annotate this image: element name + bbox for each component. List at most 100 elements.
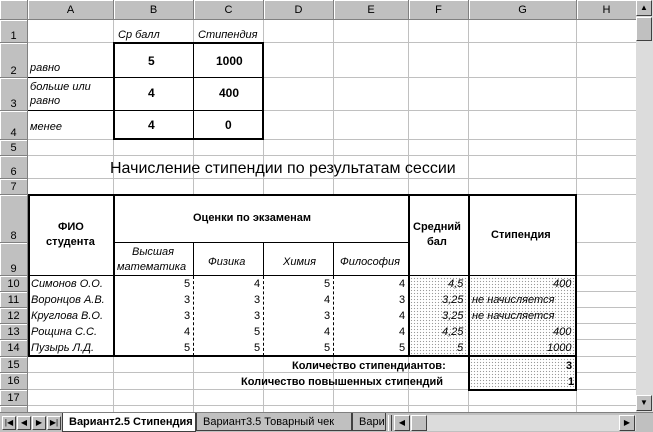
- column-header-e[interactable]: E: [334, 0, 409, 20]
- header-fio-2: студента: [46, 236, 95, 248]
- grade-chemistry: 4: [324, 294, 331, 306]
- grade-math: 5: [184, 342, 191, 354]
- criteria-border: [28, 110, 264, 111]
- criteria-stipend-3: 0: [225, 118, 232, 132]
- prev-sheet-icon[interactable]: ◀: [17, 416, 31, 430]
- select-all-corner[interactable]: [0, 0, 28, 20]
- grade-physics: 4: [254, 278, 261, 290]
- subject-chemistry: Химия: [283, 256, 316, 268]
- column-header-f[interactable]: F: [409, 0, 469, 20]
- row-header[interactable]: 14: [0, 340, 28, 357]
- subject-physics: Физика: [208, 256, 246, 268]
- grade-physics: 3: [254, 310, 261, 322]
- gridline: [28, 178, 636, 179]
- sheet-title: Начисление стипендии по результатам сесс…: [110, 160, 456, 177]
- scroll-up-icon[interactable]: ▲: [636, 0, 652, 16]
- row-header[interactable]: 1: [0, 20, 28, 43]
- tab-split-handle[interactable]: [388, 415, 392, 431]
- column-header-c[interactable]: C: [194, 0, 264, 20]
- table-border: [193, 276, 194, 356]
- table-border: [263, 276, 264, 356]
- stipend-value: не начисляется: [472, 310, 555, 322]
- vertical-scroll-thumb[interactable]: [636, 17, 652, 41]
- column-header-a[interactable]: A: [28, 0, 114, 20]
- criteria-header-stipend: Стипендия: [198, 29, 258, 41]
- next-sheet-icon[interactable]: ▶: [32, 416, 46, 430]
- scroll-right-icon[interactable]: ▶: [619, 415, 635, 431]
- student-name: Круглова В.О.: [31, 310, 104, 322]
- row-header[interactable]: 6: [0, 156, 28, 179]
- stipend-value: 400: [553, 278, 572, 290]
- stipend-value: 1000: [547, 342, 572, 354]
- grade-chemistry: 3: [324, 310, 331, 322]
- table-border: [333, 276, 334, 356]
- row-header[interactable]: 12: [0, 308, 28, 324]
- sheet-tab[interactable]: Вари: [352, 413, 386, 431]
- grade-math: 5: [184, 278, 191, 290]
- row-header[interactable]: 9: [0, 243, 28, 276]
- grade-math: 3: [184, 294, 191, 306]
- column-header-d[interactable]: D: [264, 0, 334, 20]
- worksheet-grid[interactable]: A B C D E F G H 1 2 3 4 5 6 7 8 9 10 11 …: [0, 0, 636, 412]
- horizontal-scrollbar[interactable]: ◀ ▶: [394, 415, 636, 431]
- criteria-label-less: менее: [30, 121, 62, 133]
- grade-chemistry: 5: [324, 342, 331, 354]
- stipend-value: не начисляется: [472, 294, 555, 306]
- sheet-tab-active[interactable]: Вариант2.5 Стипендия: [62, 413, 196, 432]
- criteria-stipend-1: 1000: [216, 54, 243, 68]
- column-header-b[interactable]: B: [114, 0, 194, 20]
- table-border: [263, 242, 264, 276]
- student-name: Пузырь Л.Д.: [31, 342, 95, 354]
- summary-count-value: 3: [566, 360, 573, 372]
- grade-math: 3: [184, 310, 191, 322]
- table-border: [28, 275, 577, 276]
- sheet-tab[interactable]: Вариант3.5 Товарный чек: [196, 413, 352, 431]
- row-header[interactable]: 8: [0, 195, 28, 243]
- grade-physics: 3: [254, 294, 261, 306]
- last-sheet-icon[interactable]: ▶|: [47, 416, 61, 430]
- table-border: [193, 242, 194, 276]
- vertical-scrollbar[interactable]: ▲ ▼: [636, 0, 653, 412]
- row-header[interactable]: 7: [0, 179, 28, 195]
- row-header[interactable]: 11: [0, 292, 28, 308]
- subject-philosophy: Философия: [340, 256, 400, 268]
- column-header-g[interactable]: G: [469, 0, 577, 20]
- row-header[interactable]: 3: [0, 78, 28, 111]
- header-avg-2: бал: [427, 236, 447, 248]
- grade-physics: 5: [254, 342, 261, 354]
- first-sheet-icon[interactable]: |◀: [2, 416, 16, 430]
- scroll-left-icon[interactable]: ◀: [394, 415, 410, 431]
- table-border: [28, 355, 577, 357]
- criteria-border: [193, 42, 194, 140]
- avg-score: 4,25: [442, 326, 464, 338]
- criteria-label-gte-2: равно: [30, 95, 61, 107]
- row-header[interactable]: 5: [0, 140, 28, 156]
- subject-math-2: математика: [117, 261, 187, 273]
- header-stipend: Стипендия: [491, 229, 551, 241]
- row-header[interactable]: 13: [0, 324, 28, 340]
- row-header[interactable]: 4: [0, 111, 28, 140]
- grade-philosophy: 4: [399, 278, 406, 290]
- horizontal-scroll-thumb[interactable]: [411, 415, 427, 431]
- header-exams: Оценки по экзаменам: [193, 212, 311, 224]
- column-header-h[interactable]: H: [577, 0, 636, 20]
- summary-count-label: Количество стипендиантов:: [292, 360, 446, 372]
- row-header[interactable]: 17: [0, 390, 28, 406]
- header-fio: ФИО: [58, 221, 84, 233]
- student-name: Рощина С.С.: [31, 326, 98, 338]
- grade-chemistry: 5: [324, 278, 331, 290]
- criteria-border: [28, 77, 264, 78]
- avg-score: 3,25: [442, 310, 464, 322]
- avg-score: 4,5: [448, 278, 464, 290]
- criteria-border: [113, 42, 115, 140]
- table-border: [468, 389, 577, 391]
- row-header[interactable]: 2: [0, 43, 28, 78]
- criteria-border: [113, 42, 264, 44]
- table-border: [28, 194, 30, 357]
- row-header[interactable]: 16: [0, 373, 28, 390]
- scroll-down-icon[interactable]: ▼: [636, 395, 652, 411]
- criteria-avg-3: 4: [148, 118, 155, 132]
- row-header[interactable]: 10: [0, 276, 28, 292]
- criteria-border: [113, 138, 264, 140]
- row-header[interactable]: 15: [0, 357, 28, 373]
